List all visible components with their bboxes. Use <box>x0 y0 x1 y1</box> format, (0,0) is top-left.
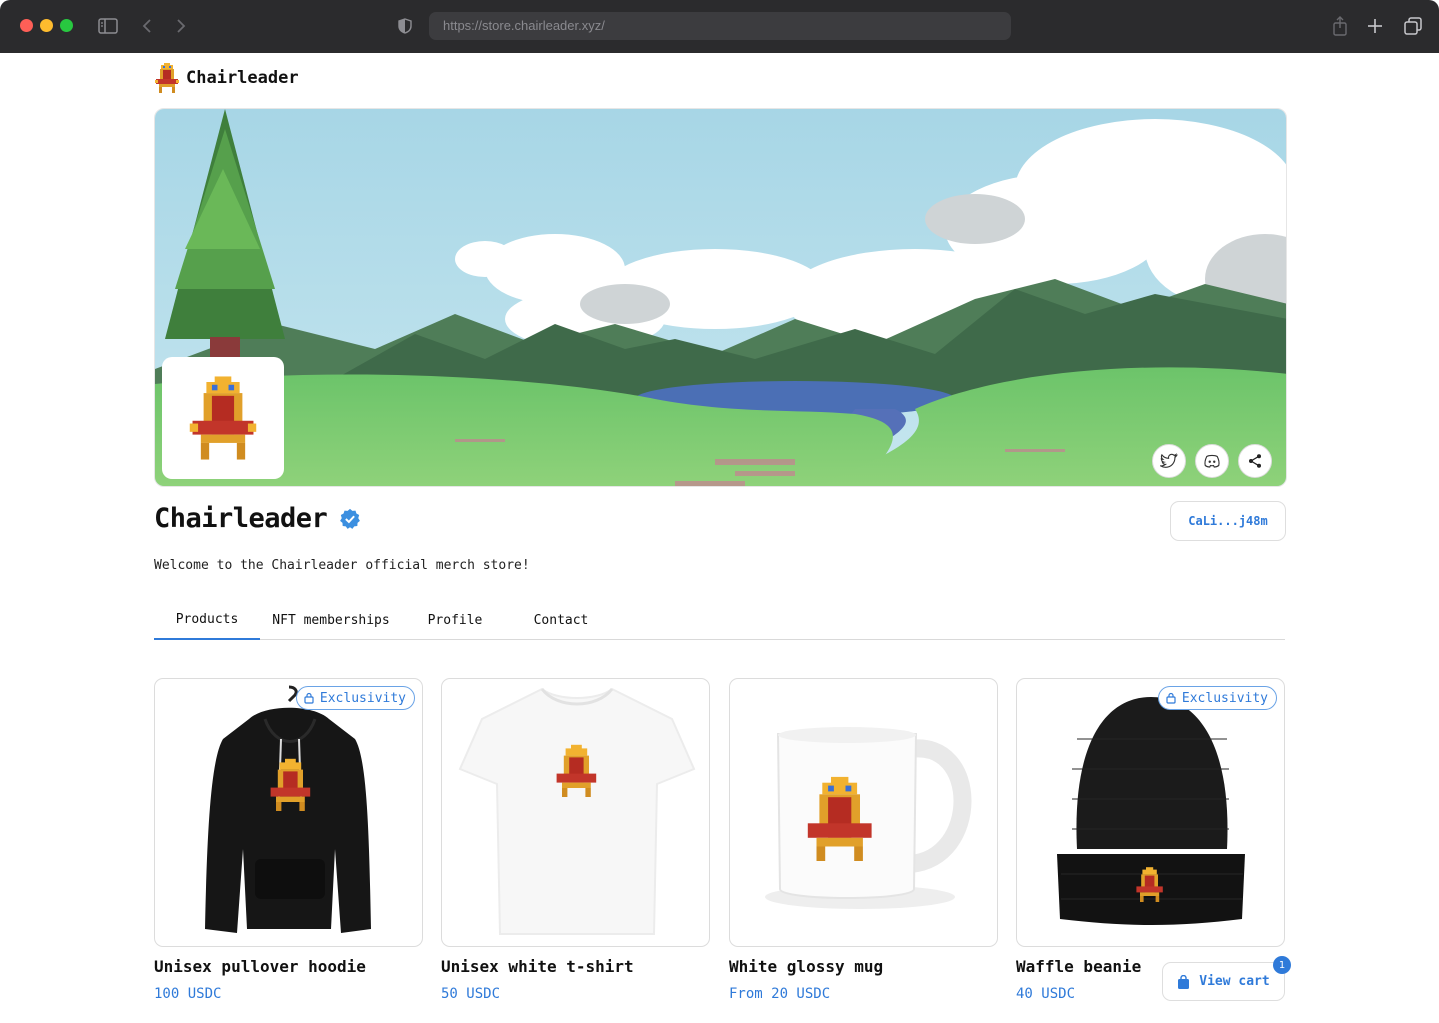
brand-link[interactable]: Chairleader <box>154 62 299 94</box>
product-card-beanie[interactable]: Exclusivity <box>1016 678 1285 947</box>
store-banner <box>154 108 1287 487</box>
product-name-mug[interactable]: White glossy mug <box>729 957 883 976</box>
product-price-tshirt: 50 USDC <box>441 986 501 1002</box>
share-icon <box>1249 454 1261 468</box>
new-tab-icon[interactable] <box>1365 13 1385 39</box>
maximize-window-button[interactable] <box>60 19 73 32</box>
product-price-hoodie: 100 USDC <box>154 986 222 1002</box>
tab-overview-icon[interactable] <box>1402 13 1424 39</box>
lock-icon <box>304 692 314 704</box>
browser-toolbar: https://store.chairleader.xyz/ <box>0 0 1439 53</box>
tab-nft-memberships[interactable]: NFT memberships <box>260 600 402 640</box>
address-bar[interactable]: https://store.chairleader.xyz/ <box>429 12 1011 40</box>
landscape-banner-image <box>155 109 1286 486</box>
discord-icon <box>1204 454 1220 468</box>
product-price-beanie: 40 USDC <box>1016 986 1076 1002</box>
exclusivity-badge: Exclusivity <box>1157 686 1277 710</box>
forward-icon[interactable] <box>172 13 190 39</box>
shopping-bag-icon <box>1178 974 1190 989</box>
view-cart-label: View cart <box>1199 974 1270 989</box>
store-heading: Chairleader <box>154 503 361 534</box>
wallet-address-button[interactable]: CaLi...j48m <box>1170 501 1286 541</box>
privacy-shield-icon[interactable] <box>396 13 414 39</box>
verified-badge-icon <box>340 508 361 529</box>
product-price-mug: From 20 USDC <box>729 986 831 1002</box>
badge-label: Exclusivity <box>1181 690 1268 706</box>
product-name-hoodie[interactable]: Unisex pullover hoodie <box>154 957 366 976</box>
share-page-icon[interactable] <box>1330 13 1350 39</box>
url-text: https://store.chairleader.xyz/ <box>443 18 605 33</box>
discord-button[interactable] <box>1195 444 1229 478</box>
tshirt-image <box>458 687 696 935</box>
tab-products[interactable]: Products <box>154 600 260 640</box>
beanie-image <box>1057 697 1245 925</box>
tab-contact[interactable]: Contact <box>508 600 614 640</box>
twitter-button[interactable] <box>1152 444 1186 478</box>
back-icon[interactable] <box>138 13 156 39</box>
store-avatar <box>162 357 284 479</box>
cart-count-badge: 1 <box>1273 956 1291 974</box>
twitter-icon <box>1160 453 1178 468</box>
view-cart-button[interactable]: View cart <box>1162 962 1285 1001</box>
throne-avatar-icon <box>189 376 257 460</box>
product-name-tshirt[interactable]: Unisex white t-shirt <box>441 957 634 976</box>
product-card-mug[interactable] <box>729 678 998 947</box>
close-window-button[interactable] <box>20 19 33 32</box>
brand-name: Chairleader <box>186 68 299 88</box>
lock-icon <box>1166 692 1176 704</box>
store-description: Welcome to the Chairleader official merc… <box>154 558 530 573</box>
product-card-hoodie[interactable]: Exclusivity <box>154 678 423 947</box>
tab-profile[interactable]: Profile <box>402 600 508 640</box>
product-card-tshirt[interactable] <box>441 678 710 947</box>
badge-label: Exclusivity <box>319 690 406 706</box>
throne-logo-icon <box>155 63 179 93</box>
sidebar-toggle-icon[interactable] <box>96 13 120 39</box>
share-button[interactable] <box>1238 444 1272 478</box>
minimize-window-button[interactable] <box>40 19 53 32</box>
mug-image <box>765 727 972 909</box>
hoodie-image <box>205 685 371 933</box>
store-tabs: Products NFT memberships Profile Contact <box>154 600 1285 640</box>
store-title: Chairleader <box>154 503 328 534</box>
product-name-beanie[interactable]: Waffle beanie <box>1016 957 1141 976</box>
exclusivity-badge: Exclusivity <box>295 686 415 710</box>
